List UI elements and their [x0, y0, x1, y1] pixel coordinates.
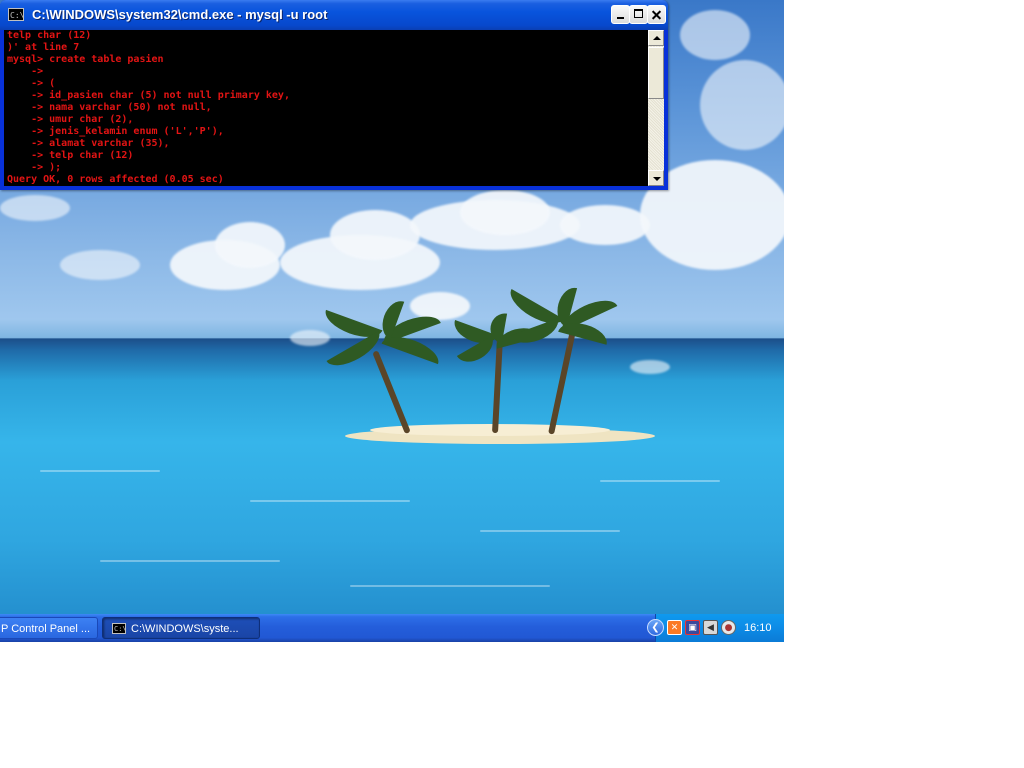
- taskbar-item-cmd[interactable]: C:\ C:\WINDOWS\syste...: [102, 617, 260, 639]
- cloud: [460, 190, 550, 235]
- cmd-window[interactable]: C:\ C:\WINDOWS\system32\cmd.exe - mysql …: [0, 0, 668, 190]
- network-icon[interactable]: ▣: [685, 620, 700, 635]
- console-line: -> telp char (12): [7, 150, 134, 161]
- console-line: )' at line 7: [7, 42, 80, 53]
- cloud: [0, 195, 70, 221]
- vertical-scrollbar[interactable]: [648, 30, 664, 186]
- cloud: [410, 292, 470, 320]
- close-button[interactable]: [647, 5, 666, 24]
- taskbar-item-label: C:\WINDOWS\syste...: [131, 623, 239, 635]
- taskbar-item-label: P Control Panel ...: [1, 623, 91, 635]
- water-glint: [600, 480, 720, 482]
- arrow-up-icon: [653, 36, 661, 40]
- arrow-down-icon: [653, 177, 661, 181]
- console-line: -> umur char (2),: [7, 114, 134, 125]
- cloud: [290, 330, 330, 346]
- palm-trunk: [492, 334, 504, 434]
- cloud: [630, 360, 670, 374]
- console-line: telp char (12): [7, 30, 92, 41]
- minimize-icon: [617, 17, 624, 19]
- cloud: [215, 222, 285, 268]
- cloud: [680, 10, 750, 60]
- console-line: -> nama varchar (50) not null,: [7, 102, 212, 113]
- console-line: mysql> create table pasien: [7, 54, 164, 65]
- water-glint: [480, 530, 620, 532]
- xampp-icon[interactable]: ✕: [667, 620, 682, 635]
- cloud: [560, 205, 650, 245]
- console-line: -> jenis_kelamin enum ('L','P'),: [7, 126, 224, 137]
- maximize-icon: [634, 9, 643, 18]
- cloud: [330, 210, 420, 260]
- clock[interactable]: 16:10: [744, 614, 772, 642]
- cmd-icon: C:\: [112, 623, 127, 634]
- console-line: -> id_pasien char (5) not null primary k…: [7, 90, 290, 101]
- cloud: [60, 250, 140, 280]
- console-line: -> alamat varchar (35),: [7, 138, 170, 149]
- scroll-up-button[interactable]: [648, 30, 664, 46]
- scroll-thumb[interactable]: [648, 47, 664, 99]
- palm-trunk: [548, 321, 578, 435]
- minimize-button[interactable]: [611, 5, 630, 24]
- water-glint: [350, 585, 550, 587]
- cloud: [700, 60, 784, 150]
- update-icon[interactable]: ●: [721, 620, 736, 635]
- palm-frond: [510, 318, 563, 349]
- console-output[interactable]: telp char (12) )' at line 7 mysql> creat…: [4, 30, 648, 186]
- taskbar: P Control Panel ... C:\ C:\WINDOWS\syste…: [0, 614, 784, 642]
- window-title: C:\WINDOWS\system32\cmd.exe - mysql -u r…: [32, 7, 328, 22]
- system-tray: ❮ ✕ ▣ ◀ ● 16:10: [647, 614, 784, 642]
- window-titlebar[interactable]: C:\ C:\WINDOWS\system32\cmd.exe - mysql …: [0, 0, 668, 30]
- console-lines: telp char (12) )' at line 7 mysql> creat…: [4, 30, 648, 186]
- palm-trunk: [372, 350, 411, 435]
- show-hidden-icons-button[interactable]: ❮: [647, 619, 664, 636]
- console-line: ->: [7, 66, 50, 77]
- water-glint: [250, 500, 410, 502]
- scroll-down-button[interactable]: [648, 170, 664, 186]
- water-glint: [100, 560, 280, 562]
- console-line: Query OK, 0 rows affected (0.05 sec): [7, 174, 224, 185]
- water-glint: [40, 470, 160, 472]
- taskbar-item-control-panel[interactable]: P Control Panel ...: [0, 617, 98, 639]
- cmd-icon[interactable]: C:\: [8, 8, 24, 21]
- console-line: -> );: [7, 162, 62, 173]
- speaker-icon[interactable]: ◀: [703, 620, 718, 635]
- console-line: -> (: [7, 78, 56, 89]
- maximize-button[interactable]: [629, 5, 648, 24]
